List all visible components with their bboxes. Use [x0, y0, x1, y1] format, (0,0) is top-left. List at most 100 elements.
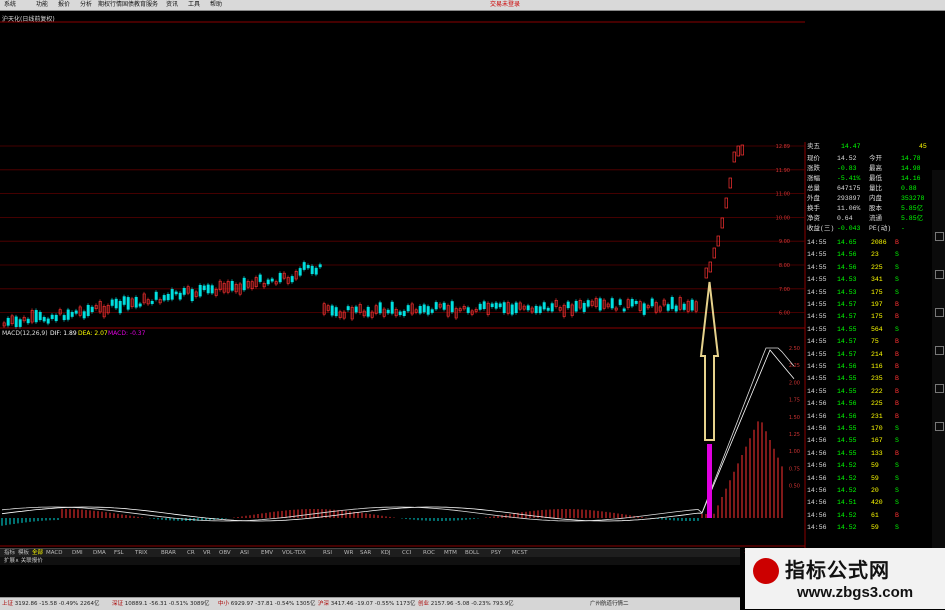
sell5-row[interactable]: 卖五 14.47 45 [807, 142, 935, 152]
side-tool-icon[interactable] [935, 422, 944, 431]
candle [290, 276, 294, 283]
tick-volume: 61 [871, 511, 879, 519]
macd-signal-bar [707, 444, 712, 518]
status-index[interactable]: 创业 2157.96 -5.08 -0.23% 793.9亿 [418, 598, 514, 610]
candle [354, 306, 358, 313]
tick-time: 14:55 [807, 239, 827, 246]
candle [728, 177, 732, 189]
macd-histogram [1, 421, 783, 526]
side-tool-icon[interactable] [935, 232, 944, 241]
quote-value-1: -0.83 [837, 165, 857, 172]
candle [434, 302, 438, 310]
macd-tick: 2.25 [789, 363, 800, 369]
status-index-label: 上证 [2, 601, 14, 607]
candle [482, 301, 486, 309]
quote-label-1: 涨幅 [807, 175, 820, 182]
candle [210, 285, 214, 294]
candle [610, 298, 614, 309]
quote-label-2: 内盘 [869, 195, 882, 202]
candle [62, 315, 66, 321]
candle [310, 265, 314, 274]
candle [736, 145, 740, 157]
quote-label-1: 净资 [807, 215, 820, 222]
candle [346, 306, 350, 311]
tick-time: 14:55 [807, 288, 827, 296]
status-index[interactable]: 沪深 3417.46 -19.07 -0.55% 1173亿 [318, 598, 415, 610]
candle [720, 217, 724, 229]
macd-tick: 2.50 [789, 346, 800, 352]
candle [582, 303, 586, 312]
tick-price: 14.51 [837, 499, 857, 507]
status-index[interactable]: 广州航道行情二 [590, 598, 629, 610]
quote-row: 现价 14.52 今开 14.78 [807, 154, 935, 164]
tick-row: 14:56 14.52 20 S [807, 486, 935, 496]
price-axis: 12.89 11.90 11.00 10.00 9.00 8.00 7.00 6.00 [776, 144, 790, 317]
side-tool-icon[interactable] [935, 346, 944, 355]
watermark: 指标公式网 www.zbgs3.com [745, 548, 945, 609]
candle [398, 311, 402, 316]
price-tick: 11.00 [776, 192, 790, 198]
tick-time: 14:55 [807, 350, 827, 358]
status-index[interactable]: 中小 6929.97 -37.81 -0.54% 1305亿 [218, 598, 315, 610]
macd-axis: 2.50 2.25 2.00 1.75 1.50 1.25 1.00 0.75 0.50 [789, 346, 800, 490]
candle [166, 293, 170, 301]
macd-dif-line [1, 349, 795, 522]
tick-row: 14:56 14.56 231 B [807, 412, 935, 422]
side-tool-icon[interactable] [935, 270, 944, 279]
side-tool-icon[interactable] [935, 384, 944, 393]
tick-direction: B [895, 313, 899, 321]
price-chart[interactable]: 12.89 11.90 11.00 10.00 9.00 8.00 7.00 6.00 2.5… [0, 0, 945, 560]
sell5-label: 卖五 [807, 143, 820, 150]
quote-row: 换手 11.06% 股本 5.85亿 [807, 204, 935, 214]
candle [378, 302, 382, 314]
quote-label-2: 量比 [869, 185, 882, 192]
macd-tick: 1.00 [789, 449, 800, 455]
tick-direction: B [895, 363, 899, 370]
tick-direction: B [895, 449, 899, 457]
candles [2, 144, 744, 329]
tick-time: 14:55 [807, 263, 827, 271]
candle [566, 301, 570, 309]
tick-time: 14:55 [807, 338, 827, 346]
candle [386, 309, 390, 314]
candle [550, 303, 554, 312]
tick-direction: S [895, 462, 899, 470]
watermark-line2: www.zbgs3.com [797, 584, 914, 601]
tick-row: 14:56 14.52 59 S [807, 523, 935, 533]
side-tool-icon[interactable] [935, 308, 944, 317]
quote-label-1: 换手 [807, 205, 820, 212]
sub-bar: 扩展∧ 关联报价 [0, 557, 740, 565]
candle [510, 304, 514, 315]
side-toolbar [932, 170, 945, 548]
candle [740, 144, 744, 156]
status-index[interactable]: 深证 10889.1 -56.31 -0.51% 3089亿 [112, 598, 209, 610]
macd-dea: DEA: 2.07 [78, 330, 108, 337]
candle [134, 296, 138, 308]
tick-time: 14:56 [807, 499, 827, 507]
candle [70, 311, 74, 317]
tick-volume: 222 [871, 387, 883, 395]
status-index[interactable]: 上证 3192.86 -15.58 -0.49% 2264亿 [2, 598, 99, 610]
candle [402, 310, 406, 316]
price-tick: 12.89 [776, 144, 790, 150]
quote-row: 收益(三) -0.043 PE(动) - [807, 224, 935, 234]
sub-bar-text[interactable]: 扩展∧ 关联报价 [4, 558, 43, 564]
candle [302, 262, 306, 270]
tick-volume: 133 [871, 449, 883, 457]
quote-label-1: 现价 [807, 155, 820, 162]
macd-lines [1, 347, 795, 522]
tick-direction: B [895, 375, 899, 383]
quote-value-2: 353278 [901, 195, 925, 202]
candle [406, 305, 410, 312]
quote-row: 总量 647175 量比 0.88 [807, 184, 935, 194]
status-index-label: 中小 [218, 601, 230, 607]
candle [430, 309, 434, 313]
quote-row: 涨跌 -0.83 最高 14.98 [807, 164, 935, 174]
tick-price: 14.52 [837, 474, 857, 482]
candle [478, 303, 482, 310]
tick-row: 14:56 14.52 59 S [807, 461, 935, 471]
status-index-label: 深证 [112, 601, 124, 607]
tick-price: 14.57 [837, 313, 857, 321]
macd-value: MACD: -0.37 [108, 330, 146, 337]
tick-time: 14:56 [807, 425, 827, 432]
